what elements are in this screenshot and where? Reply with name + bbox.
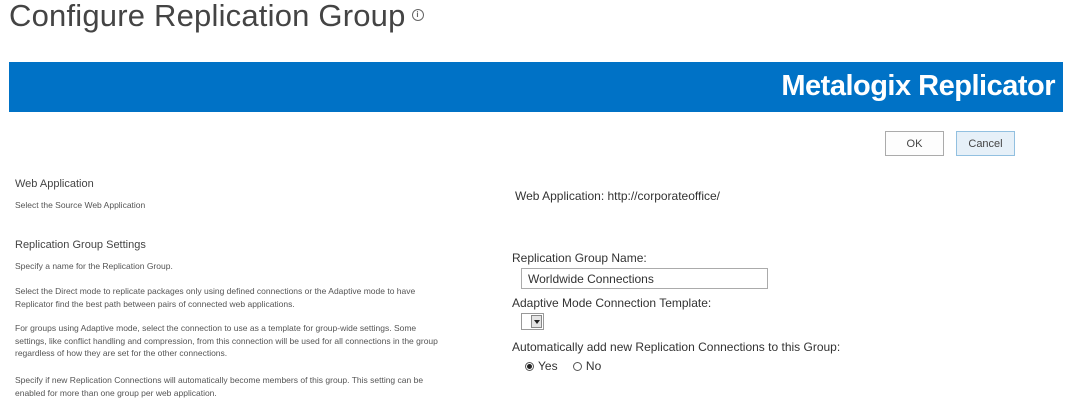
brand-banner: Metalogix Replicator <box>9 62 1063 112</box>
section-description-4: Specify if new Replication Connections w… <box>15 375 424 398</box>
radio-yes-label: Yes <box>538 359 558 373</box>
auto-add-label: Automatically add new Replication Connec… <box>512 340 841 354</box>
section-title-web-application: Web Application <box>15 178 94 190</box>
section-description-2: Select the Direct mode to replicate pack… <box>15 286 416 309</box>
template-dropdown[interactable] <box>521 313 544 330</box>
section-description-1: Specify a name for the Replication Group… <box>15 261 173 271</box>
group-name-label: Replication Group Name: <box>512 251 647 265</box>
brand-logo: Metalogix Replicator <box>781 70 1055 102</box>
radio-yes-indicator[interactable] <box>525 361 534 371</box>
dropdown-button[interactable] <box>531 315 542 328</box>
radio-no-label: No <box>585 359 602 373</box>
section-description-web-application: Select the Source Web Application <box>15 200 146 210</box>
cancel-button[interactable]: Cancel <box>956 131 1015 156</box>
page-title: Configure Replication Group i <box>9 0 424 34</box>
chevron-down-icon <box>534 320 540 324</box>
radio-yes[interactable]: Yes <box>525 359 558 373</box>
info-icon[interactable]: i <box>411 8 424 21</box>
group-name-input[interactable] <box>521 268 768 289</box>
radio-no[interactable]: No <box>572 359 602 373</box>
ok-button[interactable]: OK <box>885 131 944 156</box>
web-application-value: Web Application: http://corporateoffice/ <box>515 189 721 203</box>
radio-no-indicator[interactable] <box>572 361 582 371</box>
auto-add-radio-group: Yes No <box>525 359 613 374</box>
section-description-3: For groups using Adaptive mode, select t… <box>15 323 438 358</box>
page-title-text: Configure Replication Group <box>9 0 406 33</box>
section-title-replication-group-settings: Replication Group Settings <box>15 239 146 251</box>
template-label: Adaptive Mode Connection Template: <box>512 296 712 310</box>
